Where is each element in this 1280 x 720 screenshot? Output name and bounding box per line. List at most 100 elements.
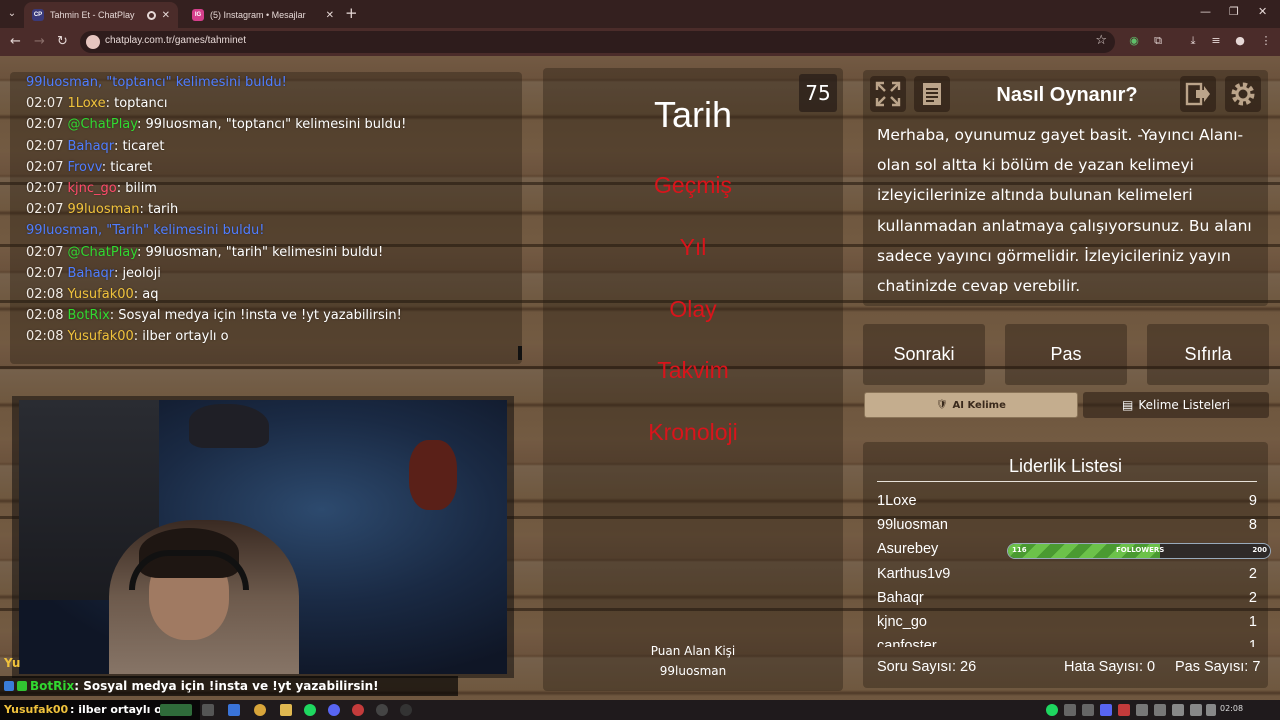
leaderboard-divider: [877, 481, 1257, 482]
chat-username[interactable]: BotRix: [67, 308, 109, 323]
leaderboard-score: 9: [1248, 493, 1257, 509]
chat-message: 02:07 Frovv: ticaret: [26, 157, 522, 178]
chat-username[interactable]: kjnc_go: [67, 181, 116, 196]
leaderboard-name: 99luosman: [877, 517, 948, 534]
overlay-last-text: : ilber ortaylı o: [70, 703, 162, 716]
target-word: Tarih: [653, 94, 733, 135]
tray-discord-icon[interactable]: [1100, 704, 1112, 716]
close-window-icon[interactable]: ✕: [1258, 5, 1267, 18]
file-explorer-icon[interactable]: [280, 704, 292, 716]
forbidden-word: Takvim: [657, 357, 729, 383]
chat-username[interactable]: @ChatPlay: [67, 245, 137, 260]
fullscreen-icon[interactable]: [870, 76, 906, 112]
forward-icon[interactable]: →: [34, 34, 45, 49]
restore-icon[interactable]: ❐: [1229, 5, 1239, 18]
chat-message: 02:07 1Loxe: toptancı: [26, 93, 522, 114]
tray-icon[interactable]: [1082, 704, 1094, 716]
leaderboard-score: 2: [1248, 565, 1257, 582]
tray-icon[interactable]: [1154, 704, 1166, 716]
leaderboard-score: 8: [1248, 517, 1257, 534]
tray-icon[interactable]: [1118, 704, 1130, 716]
chat-username[interactable]: 99luosman: [67, 202, 139, 217]
chat-scrollbar[interactable]: [518, 346, 522, 360]
question-count-stat: Soru Sayısı: 26: [877, 659, 976, 675]
chat-text: : ilber ortaylı o: [133, 329, 229, 345]
reload-icon[interactable]: ↻: [57, 34, 68, 49]
chat-message: 02:07 @ChatPlay: 99luosman, "toptancı" ke…: [26, 114, 522, 135]
chat-time: 02:07: [26, 117, 64, 133]
tab-title: Tahmin Et - ChatPlay: [50, 10, 135, 20]
edge-icon[interactable]: [228, 704, 240, 716]
reading-list-icon[interactable]: ≡: [1208, 34, 1224, 47]
scorer-name: 99luosman: [659, 664, 727, 678]
leaderboard-name: 1Loxe: [877, 493, 917, 509]
chat-system-message: 99luosman, "Tarih" kelimesini buldu!: [26, 220, 522, 241]
chat-message: 02:07 Bahaqr: ticaret: [26, 136, 522, 157]
taskbar-clock[interactable]: 02:08: [1220, 704, 1243, 713]
stat-value: 0: [1147, 659, 1156, 675]
new-tab-button[interactable]: +: [345, 4, 358, 22]
extensions-puzzle-icon[interactable]: ⧉: [1150, 34, 1166, 48]
media-icon[interactable]: [400, 704, 412, 716]
chat-username[interactable]: Yusufak00: [67, 287, 133, 302]
leaderboard-row: canfoster 1: [877, 634, 1257, 647]
close-tab-icon[interactable]: ✕: [326, 10, 334, 21]
task-view-icon[interactable]: [202, 704, 214, 716]
tray-spotify-icon[interactable]: [1046, 704, 1058, 716]
ai-word-button[interactable]: 🛡 AI Kelime: [864, 392, 1078, 418]
menu-kebab-icon[interactable]: ⋮: [1258, 34, 1274, 47]
overlay-user: BotRix: [30, 679, 75, 693]
bookmark-star-icon[interactable]: ☆: [1095, 33, 1107, 48]
cam-headphones: [129, 550, 249, 590]
minimize-icon[interactable]: —: [1200, 5, 1211, 18]
chat-text: : Sosyal medya için !insta ve !yt yazabi…: [109, 308, 402, 324]
network-icon[interactable]: [1172, 704, 1184, 716]
notes-icon[interactable]: [914, 76, 950, 112]
chatplay-favicon-icon: CP: [32, 9, 44, 21]
chat-username[interactable]: 1Loxe: [67, 96, 105, 111]
obs-icon[interactable]: [376, 704, 388, 716]
settings-gear-icon[interactable]: [1225, 76, 1261, 112]
followers-goal: 200: [1252, 546, 1267, 554]
close-tab-icon[interactable]: ✕: [162, 10, 170, 21]
back-icon[interactable]: ←: [10, 34, 21, 49]
leaderboard-name: Asurebey: [877, 541, 939, 558]
tray-icon[interactable]: [1064, 704, 1076, 716]
chrome-icon[interactable]: [254, 704, 266, 716]
url-field[interactable]: chatplay.com.tr/games/tahminet ☆: [80, 31, 1115, 53]
chat-time: 02:08: [26, 286, 64, 302]
site-info-icon[interactable]: [86, 35, 100, 49]
instagram-favicon-icon: IG: [192, 9, 204, 21]
leaderboard-name: Karthus1v9: [877, 565, 951, 582]
audio-icon[interactable]: [146, 10, 156, 20]
chat-time: 02:08: [26, 329, 64, 345]
chat-text: : 99luosman, "tarih" kelimesini buldu!: [137, 244, 384, 260]
tab-tahmin-et[interactable]: CP Tahmin Et - ChatPlay ✕: [24, 2, 178, 28]
word-lists-button[interactable]: ▤ Kelime Listeleri: [1083, 392, 1269, 418]
reset-button[interactable]: Sıfırla: [1147, 324, 1269, 385]
discord-icon[interactable]: [328, 704, 340, 716]
pass-button[interactable]: Pas: [1005, 324, 1127, 385]
chat-text: : 99luosman, "toptancı" kelimesini buldu…: [137, 117, 407, 133]
chat-time: 02:07: [26, 265, 64, 281]
chat-text: : ticaret: [113, 138, 165, 154]
next-button[interactable]: Sonraki: [863, 324, 985, 385]
tab-instagram[interactable]: IG (5) Instagram • Mesajlar ✕: [184, 2, 342, 28]
exit-icon[interactable]: [1180, 76, 1216, 112]
profile-avatar[interactable]: ●: [1232, 34, 1248, 47]
chat-username[interactable]: Yusufak00: [67, 329, 133, 344]
chat-username[interactable]: Bahaqr: [67, 139, 113, 154]
browser-active-icon[interactable]: [352, 704, 364, 716]
battery-icon[interactable]: [1206, 704, 1216, 716]
tab-search-icon[interactable]: ⌄: [4, 6, 20, 22]
volume-icon[interactable]: [1190, 704, 1202, 716]
document-icon: ▤: [1122, 398, 1134, 412]
chat-username[interactable]: Bahaqr: [67, 266, 113, 281]
chat-username[interactable]: Frovv: [67, 160, 101, 175]
download-icon[interactable]: ⤓: [1185, 34, 1201, 48]
extension-icon[interactable]: ◉: [1126, 34, 1142, 47]
chat-username[interactable]: @ChatPlay: [67, 117, 137, 132]
tray-icon[interactable]: [1136, 704, 1148, 716]
chat-time: 02:07: [26, 202, 64, 218]
spotify-icon[interactable]: [304, 704, 316, 716]
